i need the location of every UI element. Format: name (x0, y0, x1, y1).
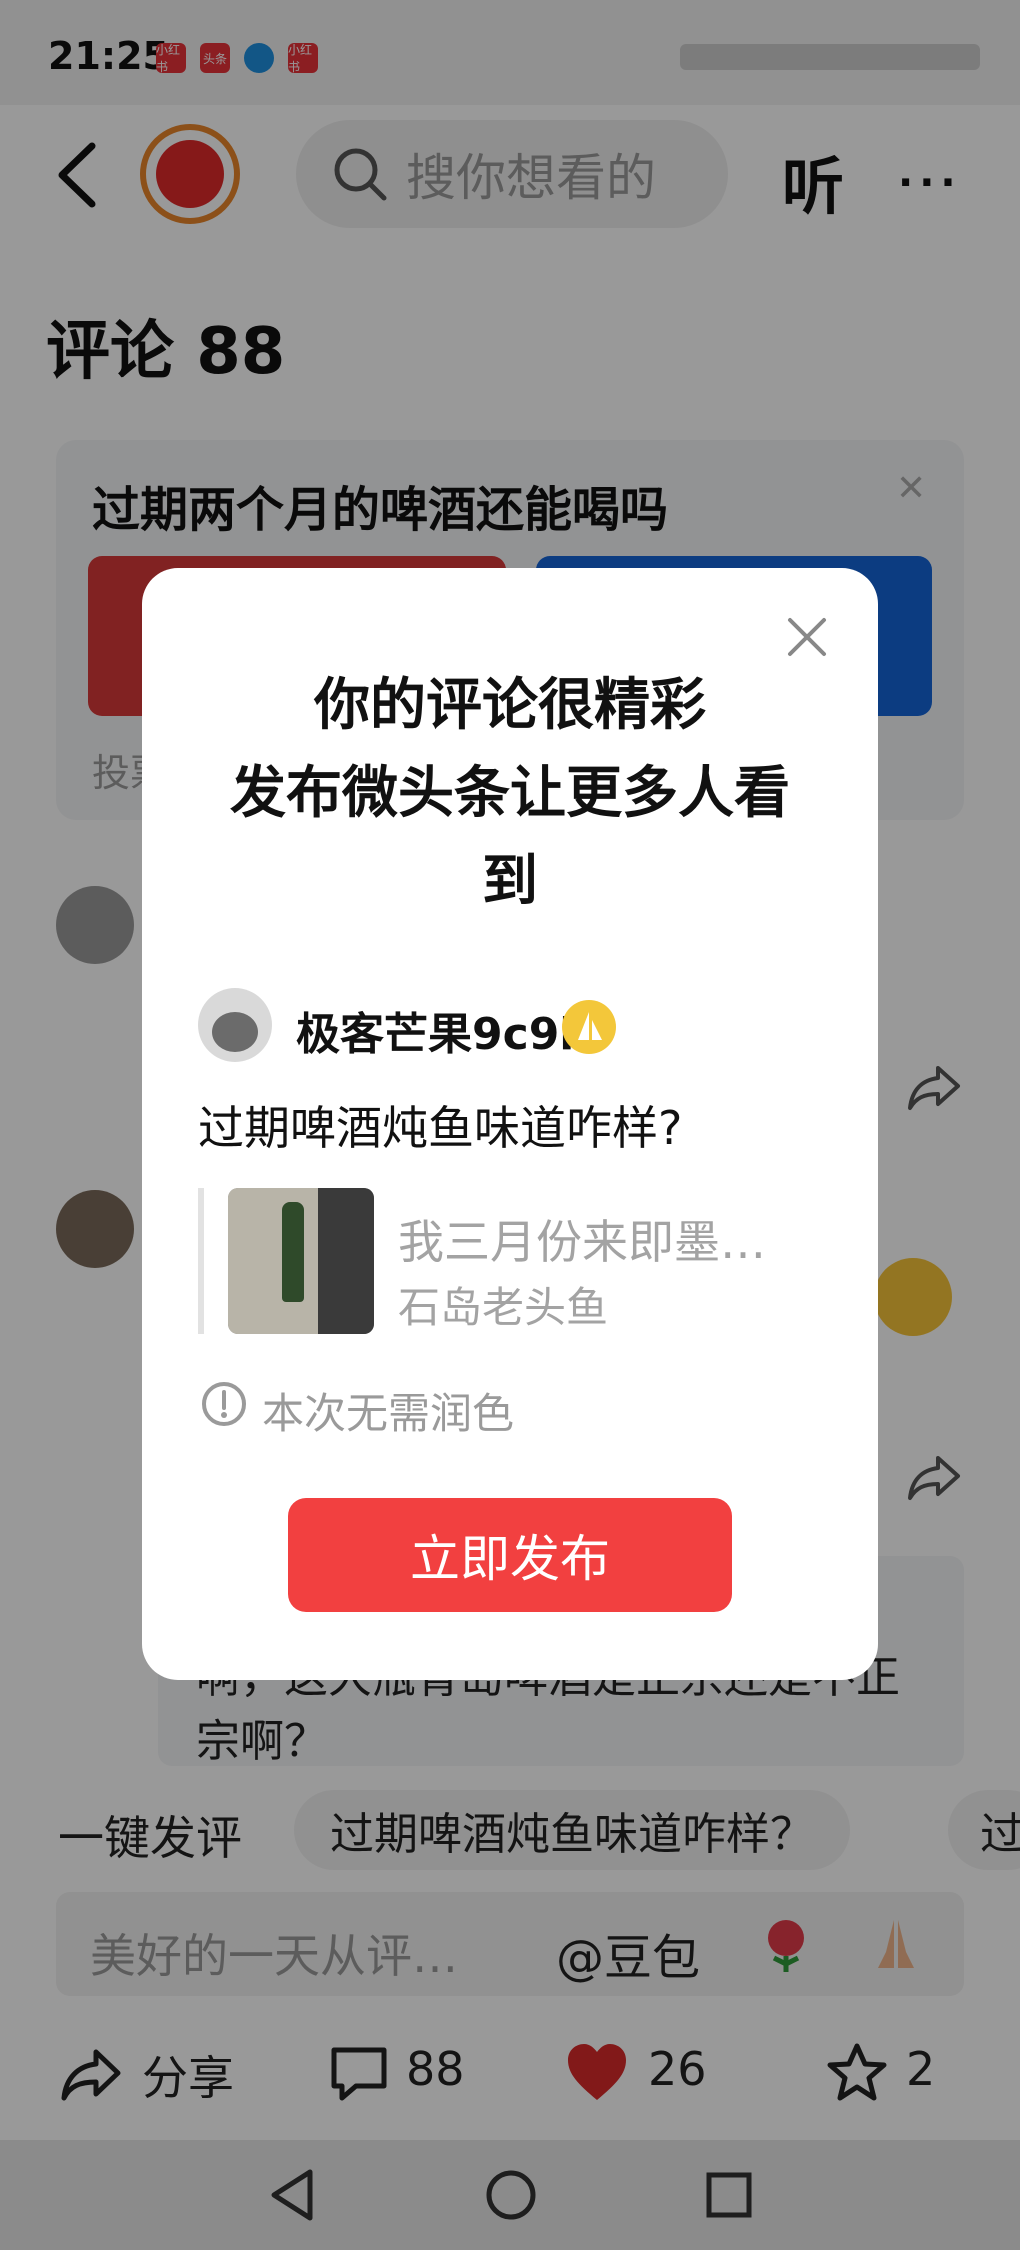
user-avatar (198, 988, 272, 1062)
close-icon[interactable] (782, 612, 832, 662)
modal-title: 你的评论很精彩 发布微头条让更多人看 到 (142, 662, 878, 926)
referenced-post-text: 我三月份来即墨… (398, 1215, 766, 1269)
quote-bar (198, 1188, 204, 1334)
modal-title-line: 你的评论很精彩 (314, 673, 706, 738)
comment-preview: 过期啤酒炖鱼味道咋样? (198, 1101, 683, 1155)
modal-title-line: 发布微头条让更多人看 (230, 761, 790, 826)
info-icon (202, 1382, 246, 1426)
referenced-post-author: 石岛老头鱼 (398, 1283, 609, 1332)
modal-title-line: 到 (482, 849, 538, 914)
publish-now-button[interactable]: 立即发布 (288, 1498, 732, 1612)
referenced-post-thumbnail (228, 1188, 374, 1334)
no-polish-note: 本次无需润色 (262, 1389, 515, 1438)
user-name: 极客芒果9c9i (296, 1009, 575, 1060)
verified-badge-icon (562, 1000, 616, 1054)
